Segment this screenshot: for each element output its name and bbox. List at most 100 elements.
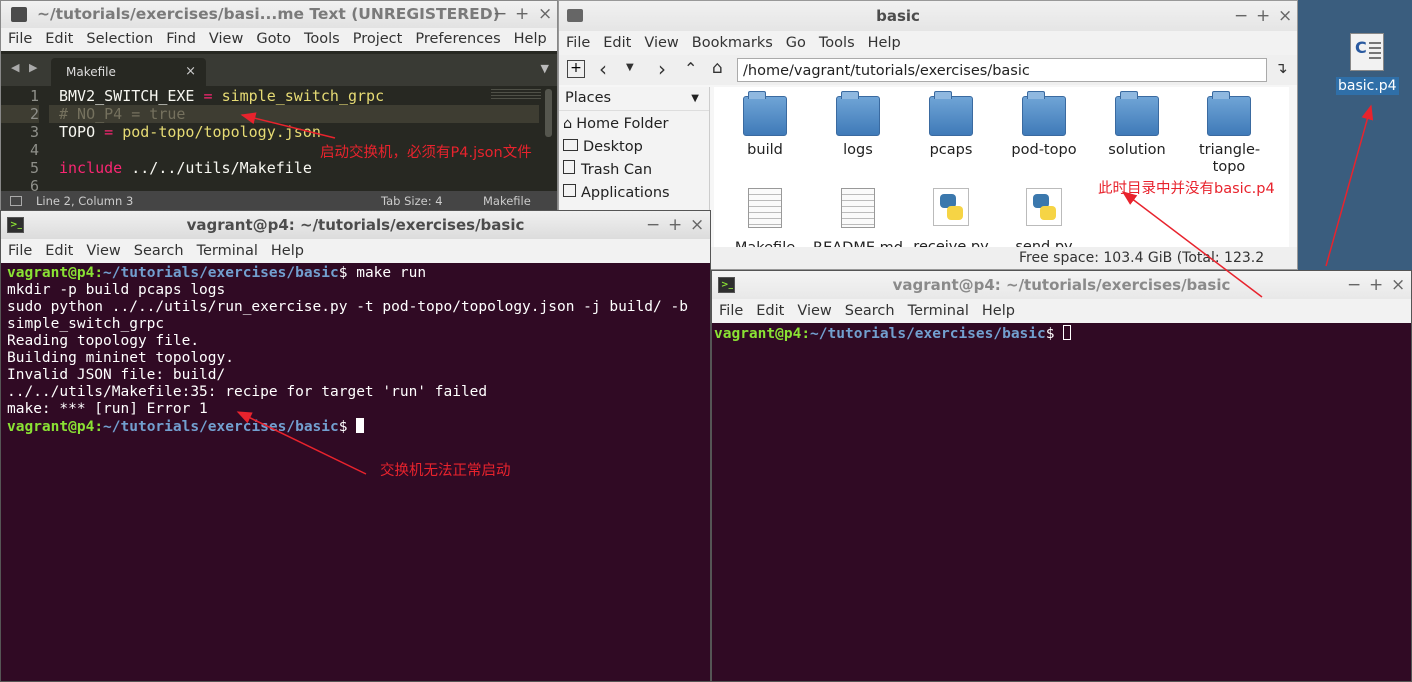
menu-file[interactable]: File — [8, 243, 32, 259]
menu-view[interactable]: View — [86, 243, 120, 259]
item-label: triangle-topo — [1199, 142, 1261, 175]
item-label: solution — [1108, 142, 1166, 158]
folder-item[interactable]: triangle-topo — [1184, 87, 1274, 176]
sublime-statusbar: Line 2, Column 3 Tab Size: 4 Makefile — [1, 191, 557, 211]
menu-edit[interactable]: Edit — [756, 303, 784, 319]
folder-item[interactable]: logs — [813, 87, 903, 158]
menu-terminal[interactable]: Terminal — [908, 303, 969, 319]
desktop-file-basic-p4[interactable]: C basic.p4 — [1336, 33, 1399, 95]
up-icon[interactable]: ⌃ — [684, 59, 697, 78]
output-line: Building mininet topology. — [7, 350, 234, 366]
menu-tools[interactable]: Tools — [819, 35, 855, 51]
maximize-button[interactable]: + — [668, 211, 682, 239]
menu-file[interactable]: File — [566, 35, 590, 51]
menu-find[interactable]: Find — [166, 31, 196, 47]
menu-edit[interactable]: Edit — [45, 31, 73, 47]
editor-scrollbar[interactable] — [545, 89, 552, 137]
file-item[interactable]: Makefile — [720, 177, 810, 256]
close-button[interactable]: × — [1278, 1, 1292, 31]
menu-help[interactable]: Help — [868, 35, 901, 51]
folder-item[interactable]: solution — [1092, 87, 1182, 158]
close-button[interactable]: × — [1391, 271, 1405, 299]
sidebar-item-label: Desktop — [583, 139, 643, 155]
menu-tools[interactable]: Tools — [304, 31, 340, 47]
menu-preferences[interactable]: Preferences — [415, 31, 500, 47]
menu-selection[interactable]: Selection — [86, 31, 153, 47]
home-icon[interactable]: ⌂ — [712, 58, 723, 78]
prompt-symbol: $ — [1045, 326, 1064, 342]
menu-terminal[interactable]: Terminal — [197, 243, 258, 259]
menu-help[interactable]: Help — [514, 31, 547, 47]
folder-item[interactable]: build — [720, 87, 810, 158]
status-tab-size[interactable]: Tab Size: 4 — [381, 191, 443, 211]
menu-goto[interactable]: Goto — [256, 31, 291, 47]
terminal-output[interactable]: vagrant@p4:~/tutorials/exercises/basic$ … — [1, 263, 710, 438]
maximize-button[interactable]: + — [1256, 1, 1270, 31]
back-icon[interactable]: ‹ — [599, 57, 607, 81]
minimize-button[interactable]: − — [1347, 271, 1361, 299]
sidebar-item-applications[interactable]: Applications — [559, 182, 709, 205]
sidebar-item-trash[interactable]: Trash Can — [559, 159, 709, 182]
code-editor[interactable]: BMV2_SWITCH_EXE = simple_switch_grpc # N… — [49, 87, 539, 177]
sidebar-item-home[interactable]: ⌂ Home Folder — [559, 113, 709, 136]
folder-icon — [836, 91, 880, 136]
close-button[interactable]: × — [538, 1, 552, 28]
folder-icon — [929, 91, 973, 136]
menu-file[interactable]: File — [719, 303, 743, 319]
sublime-tabbar: ◀ ▶ Makefile × ▼ — [1, 54, 557, 86]
prompt-symbol: $ — [338, 265, 357, 281]
code-token: = — [95, 123, 123, 141]
menu-go[interactable]: Go — [786, 35, 806, 51]
trash-icon — [563, 160, 575, 174]
status-syntax[interactable]: Makefile — [483, 191, 531, 211]
menu-help[interactable]: Help — [982, 303, 1015, 319]
menu-help[interactable]: Help — [271, 243, 304, 259]
annotation-sublime: 启动交换机，必须有P4.json文件 — [320, 145, 532, 161]
tab-next-icon[interactable]: ▶ — [29, 61, 37, 74]
menu-view[interactable]: View — [644, 35, 678, 51]
go-icon[interactable]: ↴ — [1275, 59, 1288, 77]
file-item[interactable]: README.md — [813, 177, 903, 256]
close-button[interactable]: × — [690, 211, 704, 239]
terminal-output[interactable]: vagrant@p4:~/tutorials/exercises/basic$ — [712, 323, 1411, 345]
tab-makefile[interactable]: Makefile × — [51, 58, 206, 86]
tab-prev-icon[interactable]: ◀ — [11, 61, 19, 74]
menu-search[interactable]: Search — [134, 243, 184, 259]
minimize-button[interactable]: − — [646, 211, 660, 239]
terminal-menubar: File Edit View Search Terminal Help — [712, 299, 1411, 323]
tab-close-icon[interactable]: × — [185, 58, 196, 86]
maximize-button[interactable]: + — [1369, 271, 1383, 299]
folder-app-icon — [567, 9, 583, 22]
new-tab-icon[interactable]: + — [567, 60, 585, 78]
maximize-button[interactable]: + — [515, 1, 529, 28]
terminal-cursor — [356, 418, 365, 433]
minimize-button[interactable]: − — [493, 1, 507, 28]
arrow-desktop — [1325, 104, 1374, 267]
file-item[interactable]: send.py — [999, 177, 1089, 255]
minimap[interactable] — [491, 87, 541, 99]
minimize-button[interactable]: − — [1234, 1, 1248, 31]
tab-dropdown-icon[interactable]: ▼ — [541, 62, 549, 75]
item-label: build — [747, 142, 783, 158]
line-number: 2 — [1, 105, 39, 123]
sidebar-item-desktop[interactable]: Desktop — [559, 136, 709, 159]
menu-edit[interactable]: Edit — [45, 243, 73, 259]
location-bar[interactable]: /home/vagrant/tutorials/exercises/basic — [737, 58, 1267, 82]
menu-view[interactable]: View — [209, 31, 243, 47]
sublime-title: ~/tutorials/exercises/basi...me Text (UN… — [37, 5, 500, 23]
output-line: make: *** [run] Error 1 — [7, 401, 208, 417]
forward-icon[interactable]: › — [658, 57, 666, 81]
file-item[interactable]: receive.py — [906, 177, 996, 255]
folder-item[interactable]: pcaps — [906, 87, 996, 158]
history-dropdown-icon[interactable]: ▼ — [626, 62, 634, 73]
prompt-path: ~/tutorials/exercises/basic — [810, 326, 1046, 342]
menu-project[interactable]: Project — [353, 31, 403, 47]
menu-view[interactable]: View — [797, 303, 831, 319]
menu-file[interactable]: File — [8, 31, 32, 47]
menu-search[interactable]: Search — [845, 303, 895, 319]
menu-bookmarks[interactable]: Bookmarks — [692, 35, 773, 51]
prompt-line: vagrant@p4:~/tutorials/exercises/basic$ — [714, 325, 1405, 343]
folder-item[interactable]: pod-topo — [999, 87, 1089, 158]
menu-edit[interactable]: Edit — [603, 35, 631, 51]
places-header[interactable]: Places ▼ — [559, 87, 709, 111]
